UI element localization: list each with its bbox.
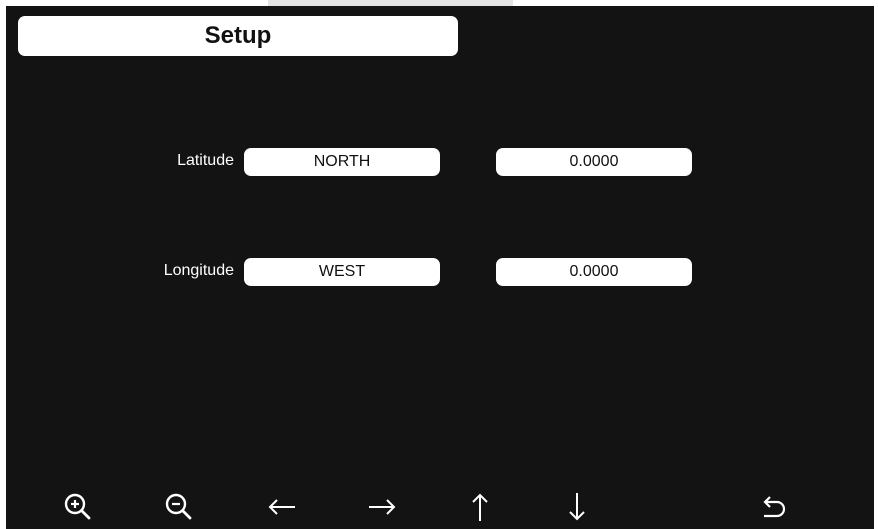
arrow-left-icon	[268, 498, 295, 515]
arrow-down-icon	[569, 492, 585, 520]
zoom-in-button[interactable]	[58, 484, 98, 529]
longitude-direction-field[interactable]: WEST	[244, 258, 440, 286]
latitude-value: 0.0000	[569, 153, 619, 170]
setup-screen: Setup Latitude NORTH 0.0000 Longitude WE…	[6, 6, 874, 529]
return-button[interactable]	[753, 484, 793, 529]
longitude-label: Longitude	[163, 262, 234, 279]
return-icon	[763, 495, 786, 517]
title-bar: Setup	[18, 16, 458, 56]
page-title: Setup	[204, 22, 272, 49]
longitude-direction-value: WEST	[318, 263, 366, 280]
latitude-direction-value: NORTH	[313, 153, 371, 170]
arrow-right-icon	[369, 498, 396, 515]
zoom-in-icon	[64, 493, 91, 519]
arrow-down-button[interactable]	[557, 484, 597, 529]
longitude-value: 0.0000	[569, 263, 619, 280]
arrow-up-icon	[472, 493, 488, 521]
latitude-value-field[interactable]: 0.0000	[496, 148, 692, 176]
arrow-up-button[interactable]	[460, 484, 500, 529]
arrow-left-button[interactable]	[262, 484, 302, 529]
latitude-label: Latitude	[177, 152, 234, 169]
bottom-toolbar	[6, 484, 874, 529]
arrow-right-button[interactable]	[362, 484, 402, 529]
longitude-value-field[interactable]: 0.0000	[496, 258, 692, 286]
zoom-out-icon	[165, 493, 192, 519]
zoom-out-button[interactable]	[159, 484, 199, 529]
latitude-direction-field[interactable]: NORTH	[244, 148, 440, 176]
